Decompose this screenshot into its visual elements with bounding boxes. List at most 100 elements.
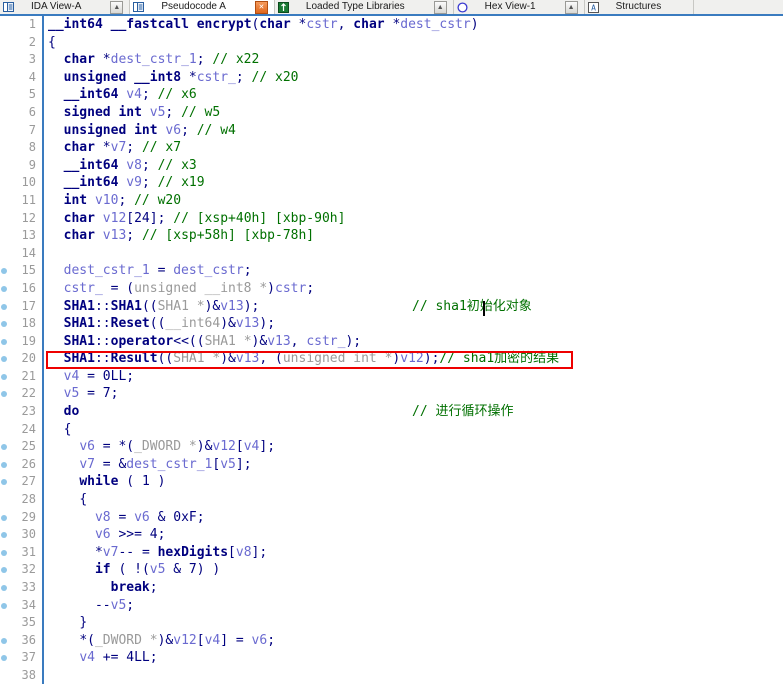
code-line[interactable]: 22 v5 = 7; (0, 385, 783, 403)
code-line[interactable]: 27 while ( 1 ) (0, 473, 783, 491)
line-text[interactable]: SHA1::Reset((__int64)&v13); (48, 315, 275, 333)
code-line[interactable]: 7 unsigned int v6; // w4 (0, 122, 783, 140)
line-text[interactable]: *v7-- = hexDigits[v8]; (48, 544, 267, 562)
minimize-icon[interactable]: ▲ (564, 0, 578, 14)
code-line[interactable]: 32 if ( !(v5 & 7) ) (0, 561, 783, 579)
close-icon[interactable]: ✕ (254, 0, 268, 14)
code-line[interactable]: 21 v4 = 0LL; (0, 368, 783, 386)
line-text[interactable]: SHA1::operator<<((SHA1 *)&v13, cstr_); (48, 333, 361, 351)
code-line[interactable]: 4 unsigned __int8 *cstr_; // x20 (0, 69, 783, 87)
line-text[interactable] (48, 667, 79, 684)
code-line[interactable]: 19 SHA1::operator<<((SHA1 *)&v13, cstr_)… (0, 333, 783, 351)
line-text[interactable]: v4 += 4LL; (48, 649, 157, 667)
view-tab-bar[interactable]: IDA View-A ▲ Pseudocode A ✕ Loaded Type Libr… (0, 0, 783, 16)
library-icon (277, 1, 289, 13)
line-text[interactable]: __int64 v9; // x19 (48, 174, 205, 192)
line-number: 34 (21, 597, 36, 612)
tab-hex-view-1[interactable]: Hex View-1 ▲ (453, 0, 585, 14)
line-text[interactable]: { (48, 34, 56, 52)
code-line[interactable]: 28 { (0, 491, 783, 509)
line-text[interactable]: v8 = v6 & 0xF; (48, 509, 205, 527)
code-line[interactable]: 5 __int64 v4; // x6 (0, 86, 783, 104)
line-text[interactable]: { (48, 421, 72, 439)
code-line[interactable]: 12 char v12[24]; // [xsp+40h] [xbp-90h] (0, 210, 783, 228)
line-text[interactable]: break; (48, 579, 158, 597)
code-line[interactable]: 37 v4 += 4LL; (0, 649, 783, 667)
line-number: 29 (21, 509, 36, 524)
pseudocode-editor[interactable]: 1 __int64 __fastcall encrypt(char *cstr, … (0, 16, 783, 684)
code-line[interactable]: 30 v6 >>= 4; (0, 526, 783, 544)
line-text[interactable]: int v10; // w20 (48, 192, 181, 210)
minimize-icon[interactable]: ▲ (433, 0, 447, 14)
line-number: 25 (21, 439, 36, 454)
line-number: 35 (21, 615, 36, 630)
code-line[interactable]: 15 dest_cstr_1 = dest_cstr; (0, 262, 783, 280)
line-number: 11 (21, 192, 36, 207)
line-number: 33 (21, 580, 36, 594)
code-line[interactable]: 38 (0, 667, 783, 684)
code-line[interactable]: 17 SHA1::SHA1((SHA1 *)&v13); // sha1初始化对象 (0, 298, 783, 316)
code-line[interactable]: 31 *v7-- = hexDigits[v8]; (0, 544, 783, 562)
line-text[interactable]: char v12[24]; // [xsp+40h] [xbp-90h] (48, 210, 346, 228)
code-line[interactable]: 3 char *dest_cstr_1; // x22 (0, 51, 783, 69)
line-text[interactable]: SHA1::Result((SHA1 *)&v13, (unsigned int… (48, 350, 560, 368)
line-text[interactable]: char v13; // [xsp+58h] [xbp-78h] (48, 227, 314, 245)
line-text[interactable]: { (48, 491, 87, 509)
line-text[interactable]: unsigned __int8 *cstr_; // x20 (48, 69, 299, 87)
line-text[interactable]: __int64 __fastcall encrypt(char *cstr, c… (48, 16, 479, 34)
line-text[interactable]: char *dest_cstr_1; // x22 (48, 51, 260, 69)
code-line[interactable]: 25 v6 = *(_DWORD *)&v12[v4]; (0, 438, 783, 456)
line-text[interactable]: dest_cstr_1 = dest_cstr; (48, 262, 252, 280)
line-text[interactable]: v6 >>= 4; (48, 526, 165, 544)
code-line[interactable]: 6 signed int v5; // w5 (0, 104, 783, 122)
code-line[interactable]: 14 (0, 245, 783, 263)
code-line[interactable]: 1 __int64 __fastcall encrypt(char *cstr, … (0, 16, 783, 34)
line-text[interactable]: __int64 v4; // x6 (48, 86, 197, 104)
code-line[interactable]: 24 { (0, 421, 783, 439)
line-text[interactable]: __int64 v8; // x3 (48, 157, 197, 175)
document-icon (133, 1, 145, 13)
line-number: 6 (28, 104, 36, 119)
line-text[interactable]: --v5; (48, 597, 134, 615)
code-line[interactable]: 10 __int64 v9; // x19 (0, 174, 783, 192)
line-text[interactable]: unsigned int v6; // w4 (48, 122, 236, 140)
code-line[interactable]: 34 --v5; (0, 597, 783, 615)
line-text[interactable]: if ( !(v5 & 7) ) (48, 561, 220, 579)
inline-comment: // sha1初始化对象 (412, 298, 532, 314)
line-text[interactable]: do (48, 403, 80, 421)
code-line[interactable]: 8 char *v7; // x7 (0, 139, 783, 157)
code-line[interactable]: 36 *(_DWORD *)&v12[v4] = v6; (0, 632, 783, 650)
code-lines[interactable]: 1 __int64 __fastcall encrypt(char *cstr, … (0, 16, 783, 684)
line-number: 21 (21, 368, 36, 383)
line-text[interactable]: while ( 1 ) (48, 473, 165, 491)
text-caret (483, 300, 485, 316)
line-text[interactable]: signed int v5; // w5 (48, 104, 221, 122)
tab-label: IDA View-A (31, 1, 82, 12)
code-line[interactable]: 9 __int64 v8; // x3 (0, 157, 783, 175)
line-text[interactable]: v4 = 0LL; (48, 368, 134, 386)
code-line[interactable]: 33 break; (0, 579, 783, 597)
line-text[interactable]: *(_DWORD *)&v12[v4] = v6; (48, 632, 275, 650)
line-text[interactable]: v6 = *(_DWORD *)&v12[v4]; (48, 438, 275, 456)
code-line[interactable]: 29 v8 = v6 & 0xF; (0, 509, 783, 527)
tab-ida-view-a[interactable]: IDA View-A ▲ (0, 0, 131, 14)
code-line[interactable]: 35 } (0, 614, 783, 632)
code-line[interactable]: 11 int v10; // w20 (0, 192, 783, 210)
tab-structures[interactable]: A Structures (584, 0, 695, 14)
code-line[interactable]: 23 do // 进行循环操作 (0, 403, 783, 421)
code-line[interactable]: 18 SHA1::Reset((__int64)&v13); (0, 315, 783, 333)
line-text[interactable]: SHA1::SHA1((SHA1 *)&v13); (48, 298, 260, 316)
code-line[interactable]: 13 char v13; // [xsp+58h] [xbp-78h] (0, 227, 783, 245)
code-line[interactable]: 26 v7 = &dest_cstr_1[v5]; (0, 456, 783, 474)
line-text[interactable]: cstr_ = (unsigned __int8 *)cstr; (48, 280, 314, 298)
tab-loaded-type-libraries[interactable]: Loaded Type Libraries ▲ (274, 0, 454, 14)
line-text[interactable]: } (48, 614, 87, 632)
code-line[interactable]: 20 SHA1::Result((SHA1 *)&v13, (unsigned … (0, 350, 783, 368)
code-line[interactable]: 16 cstr_ = (unsigned __int8 *)cstr; (0, 280, 783, 298)
code-line[interactable]: 2{ (0, 34, 783, 52)
line-text[interactable]: char *v7; // x7 (48, 139, 181, 157)
line-text[interactable]: v5 = 7; (48, 385, 119, 403)
minimize-icon[interactable]: ▲ (110, 0, 124, 14)
line-text[interactable]: v7 = &dest_cstr_1[v5]; (48, 456, 251, 474)
tab-pseudocode-a[interactable]: Pseudocode A ✕ (130, 0, 275, 14)
